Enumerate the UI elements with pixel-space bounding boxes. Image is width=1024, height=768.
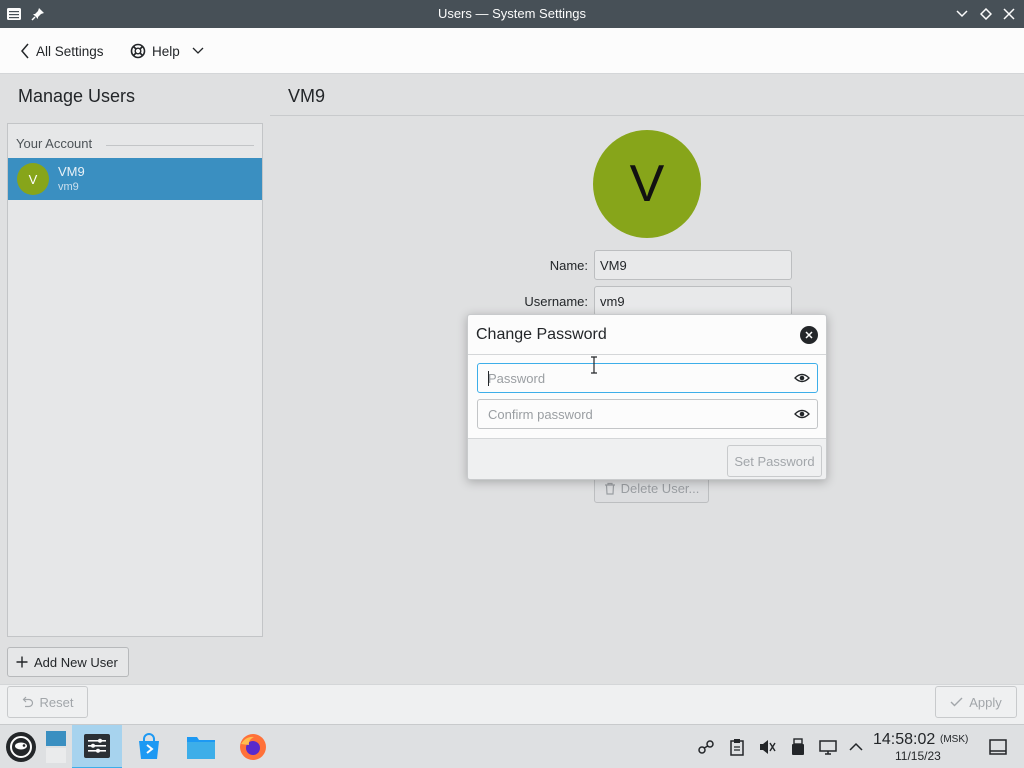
window-title: Users — System Settings bbox=[437, 6, 587, 21]
apply-label: Apply bbox=[969, 694, 1002, 710]
reset-button[interactable]: Reset bbox=[7, 686, 88, 718]
kde-connect-icon[interactable] bbox=[697, 738, 715, 756]
volume-muted-icon[interactable] bbox=[758, 738, 776, 756]
taskbar-firefox[interactable] bbox=[228, 727, 278, 767]
user-list: Your Account V VM9 vm9 bbox=[7, 123, 263, 637]
all-settings-button[interactable]: All Settings bbox=[20, 40, 104, 62]
help-label: Help bbox=[152, 43, 180, 59]
dialog-close-button[interactable] bbox=[800, 326, 818, 344]
add-new-user-button[interactable]: Add New User bbox=[7, 647, 129, 677]
plus-icon bbox=[16, 656, 28, 668]
network-wired-icon[interactable] bbox=[819, 738, 837, 756]
close-icon bbox=[805, 331, 813, 339]
password-input[interactable] bbox=[478, 364, 778, 392]
password-field[interactable] bbox=[477, 363, 818, 393]
set-password-button[interactable]: Set Password bbox=[727, 445, 822, 477]
dialog-header: Change Password bbox=[468, 315, 826, 355]
confirm-password-input[interactable] bbox=[478, 400, 778, 428]
dialog-title: Change Password bbox=[476, 326, 607, 343]
taskbar: 14:58:02 (MSK) 11/15/23 bbox=[0, 724, 1024, 768]
text-cursor bbox=[488, 371, 489, 386]
user-list-item[interactable]: V VM9 vm9 bbox=[8, 158, 262, 200]
name-field[interactable]: VM9 bbox=[594, 250, 792, 280]
virtual-desktops-icon bbox=[46, 731, 66, 763]
application-launcher[interactable] bbox=[0, 727, 42, 767]
clock-time: 14:58:02 bbox=[873, 731, 936, 748]
usb-device-icon[interactable] bbox=[789, 738, 807, 756]
close-window-button[interactable] bbox=[1000, 5, 1018, 23]
taskbar-file-manager[interactable] bbox=[176, 727, 226, 767]
header-divider bbox=[270, 115, 1024, 116]
change-password-dialog: Change Password Set Password bbox=[467, 314, 827, 480]
opensuse-launcher-icon bbox=[6, 732, 36, 762]
taskbar-discover[interactable] bbox=[124, 727, 174, 767]
show-password-icon[interactable] bbox=[794, 372, 810, 384]
name-label: Name: bbox=[549, 258, 588, 273]
user-avatar-large[interactable]: V bbox=[593, 130, 701, 238]
user-login-name: vm9 bbox=[58, 181, 79, 193]
show-hidden-icons-chevron-icon[interactable] bbox=[847, 738, 865, 756]
toolbar: All Settings Help bbox=[0, 28, 1024, 74]
page-title: Manage Users bbox=[18, 86, 136, 106]
avatar: V bbox=[17, 163, 49, 195]
username-field[interactable]: vm9 bbox=[594, 286, 792, 316]
clipboard-icon[interactable] bbox=[728, 738, 746, 756]
mouse-ibeam-cursor-icon bbox=[591, 356, 597, 374]
taskbar-system-settings[interactable] bbox=[72, 725, 122, 768]
chevron-down-icon bbox=[192, 47, 204, 54]
all-settings-label: All Settings bbox=[36, 43, 104, 59]
confirm-password-field[interactable] bbox=[477, 399, 818, 429]
minimize-button[interactable] bbox=[953, 5, 971, 23]
checkmark-icon bbox=[950, 697, 963, 707]
section-header: Your Account bbox=[16, 136, 93, 151]
back-arrow-icon bbox=[21, 43, 29, 59]
show-desktop-icon[interactable] bbox=[989, 738, 1007, 756]
dialog-body bbox=[468, 355, 826, 439]
user-display-name: VM9 bbox=[58, 164, 85, 179]
add-new-user-label: Add New User bbox=[34, 654, 118, 670]
section-divider bbox=[106, 145, 254, 146]
clock-date: 11/15/23 bbox=[895, 749, 941, 763]
username-label: Username: bbox=[524, 294, 588, 309]
clock-timezone: (MSK) bbox=[940, 734, 969, 745]
help-menu-button[interactable]: Help bbox=[130, 40, 204, 62]
bottom-action-bar: Reset Apply bbox=[0, 684, 1024, 724]
delete-user-label: Delete User... bbox=[620, 480, 700, 496]
user-page-title: VM9 bbox=[288, 86, 326, 106]
help-lifebuoy-icon bbox=[130, 43, 146, 59]
apply-button[interactable]: Apply bbox=[935, 686, 1017, 718]
discover-store-icon bbox=[139, 733, 159, 759]
folder-icon bbox=[187, 737, 215, 759]
trash-icon bbox=[604, 482, 615, 495]
system-settings-icon bbox=[84, 734, 110, 758]
window-titlebar[interactable]: Users — System Settings bbox=[0, 0, 1024, 28]
undo-icon bbox=[22, 696, 33, 708]
pager-desktops[interactable] bbox=[42, 727, 70, 767]
firefox-icon bbox=[240, 734, 266, 760]
maximize-button[interactable] bbox=[977, 5, 995, 23]
reset-label: Reset bbox=[39, 694, 74, 710]
show-confirm-password-icon[interactable] bbox=[794, 408, 810, 420]
